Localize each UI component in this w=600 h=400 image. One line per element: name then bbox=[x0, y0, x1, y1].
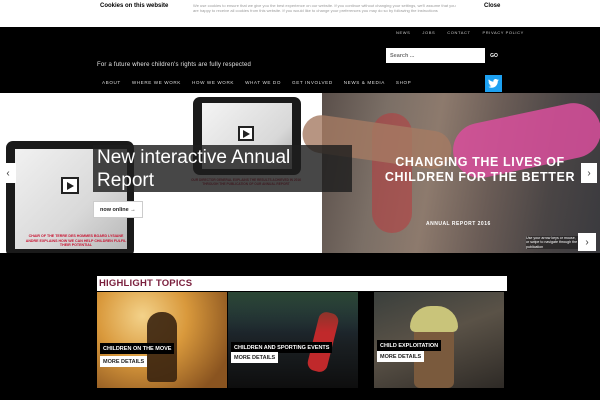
highlights-header: HIGHLIGHT TOPICS bbox=[97, 276, 507, 291]
top-link-jobs[interactable]: Jobs bbox=[422, 30, 435, 35]
cookie-close-button[interactable]: Close bbox=[484, 3, 500, 9]
twitter-icon bbox=[488, 79, 499, 88]
chevron-left-icon: ‹ bbox=[6, 167, 10, 179]
cookie-banner: Cookies on this website We use cookies t… bbox=[0, 0, 600, 27]
more-details-button[interactable]: MORE DETAILS bbox=[377, 351, 425, 362]
navigation-hint: Use your arrow keys or mouse, or swipe t… bbox=[526, 236, 578, 250]
top-links: News Jobs Contact Privacy policy bbox=[396, 30, 524, 35]
board-chair-caption: Chair of the Terre des hommes Board Lysi… bbox=[25, 234, 127, 248]
palm-trees-image bbox=[228, 292, 358, 332]
main-nav: About Where we work How we work What we … bbox=[102, 80, 411, 85]
topic-card-children-and-sporting-events[interactable]: CHILDREN AND SPORTING EVENTS MORE DETAIL… bbox=[228, 292, 358, 388]
nav-item-what-we-do[interactable]: What we do bbox=[245, 80, 281, 85]
top-link-news[interactable]: News bbox=[396, 30, 410, 35]
report-headline: CHANGING THE LIVES OF CHILDREN FOR THE B… bbox=[384, 155, 576, 184]
highlights-title: HIGHLIGHT TOPICS bbox=[99, 278, 193, 289]
top-link-privacy[interactable]: Privacy policy bbox=[483, 30, 524, 35]
report-next-page-button[interactable]: › bbox=[578, 233, 596, 251]
nav-item-news-media[interactable]: News & Media bbox=[344, 80, 385, 85]
slider-prev-button[interactable]: ‹ bbox=[0, 163, 16, 183]
nav-item-where-we-work[interactable]: Where we work bbox=[132, 80, 181, 85]
slide-caption: New interactive Annual Report bbox=[93, 145, 352, 192]
headscarf-image bbox=[410, 306, 458, 332]
nav-item-about[interactable]: About bbox=[102, 80, 121, 85]
nav-item-get-involved[interactable]: Get involved bbox=[292, 80, 333, 85]
play-video-button-small[interactable] bbox=[238, 126, 254, 141]
slide-title: New interactive Annual Report bbox=[97, 147, 291, 191]
topic-label: CHILDREN ON THE MOVE bbox=[100, 343, 175, 354]
twitter-button[interactable] bbox=[485, 75, 502, 92]
site-tagline: For a future where children's rights are… bbox=[97, 62, 252, 68]
now-online-button[interactable]: now online → bbox=[93, 201, 143, 218]
play-video-button[interactable] bbox=[61, 177, 79, 194]
top-link-contact[interactable]: Contact bbox=[447, 30, 470, 35]
more-details-button[interactable]: MORE DETAILS bbox=[100, 356, 148, 367]
cookie-text: We use cookies to ensure that we give yo… bbox=[193, 3, 456, 13]
cookie-title: Cookies on this website bbox=[100, 3, 169, 9]
topic-label: CHILD EXPLOITATION bbox=[377, 340, 442, 351]
more-details-button[interactable]: MORE DETAILS bbox=[231, 352, 279, 363]
topic-card-child-exploitation[interactable]: CHILD EXPLOITATION MORE DETAILS bbox=[374, 292, 504, 388]
search-go-button[interactable]: GO bbox=[486, 48, 502, 63]
report-subtitle: ANNUAL REPORT 2016 bbox=[426, 221, 491, 227]
search-input[interactable] bbox=[386, 48, 485, 63]
nav-item-how-we-work[interactable]: How we work bbox=[192, 80, 234, 85]
page: Cookies on this website We use cookies t… bbox=[0, 0, 600, 400]
nav-item-shop[interactable]: Shop bbox=[396, 80, 411, 85]
chevron-right-icon: › bbox=[585, 236, 589, 248]
topic-card-children-on-the-move[interactable]: CHILDREN ON THE MOVE MORE DETAILS bbox=[97, 292, 227, 388]
